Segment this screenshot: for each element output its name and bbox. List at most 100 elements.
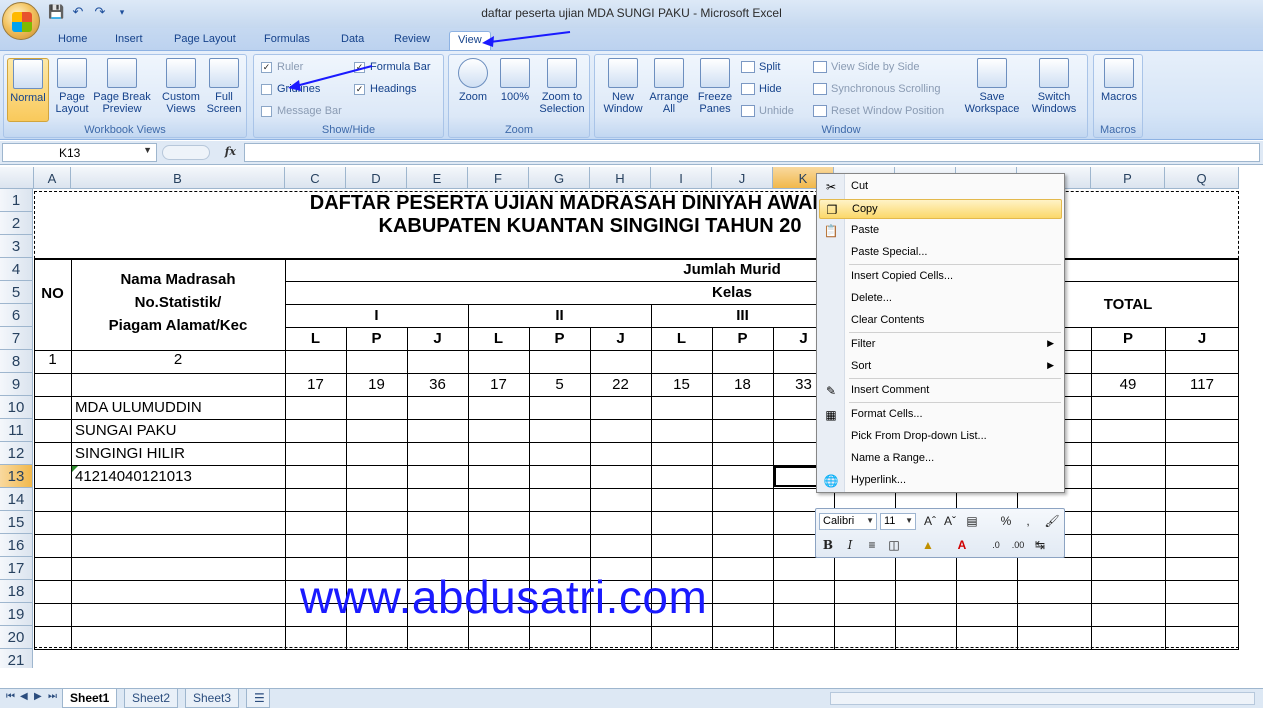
menu-item-paste-special[interactable]: Paste Special...	[819, 243, 1062, 263]
column-header-g[interactable]: G	[529, 167, 590, 189]
row-header-1[interactable]: 1	[0, 189, 33, 212]
fill-color-icon[interactable]: ▲	[920, 537, 936, 553]
view-side-by-side-button[interactable]: View Side by Side	[813, 61, 919, 73]
row-header-19[interactable]: 19	[0, 603, 33, 626]
tab-insert[interactable]: Insert	[107, 31, 151, 50]
page-layout-view-button[interactable]: Page Layout	[52, 58, 92, 115]
insert-sheet-icon[interactable]: ☰	[246, 689, 270, 708]
tab-review[interactable]: Review	[386, 31, 438, 50]
increase-decimal-icon[interactable]: .0	[988, 537, 1004, 553]
row-header-3[interactable]: 3	[0, 235, 33, 258]
row-header-13[interactable]: 13	[0, 465, 33, 488]
headings-checkbox[interactable]: ✓ Headings	[354, 83, 416, 95]
zoom-button[interactable]: Zoom	[453, 58, 493, 103]
sheet-tab-sheet2[interactable]: Sheet2	[124, 689, 179, 708]
borders-icon[interactable]: ◫	[886, 537, 902, 553]
comma-style-button[interactable]: ,	[1020, 513, 1036, 529]
last-sheet-icon[interactable]: ⏭	[48, 691, 57, 702]
grow-font-icon[interactable]: Aˆ	[922, 513, 938, 529]
row-header-21[interactable]: 21	[0, 649, 33, 668]
macros-button[interactable]: Macros	[1098, 58, 1140, 103]
row-header-15[interactable]: 15	[0, 511, 33, 534]
row-header-5[interactable]: 5	[0, 281, 33, 304]
menu-item-pick-from-dropdown[interactable]: Pick From Drop-down List...	[819, 427, 1062, 447]
insert-function-button[interactable]: fx	[225, 145, 236, 158]
row-header-8[interactable]: 8	[0, 350, 33, 373]
menu-item-clear-contents[interactable]: Clear Contents	[819, 311, 1062, 331]
menu-item-sort[interactable]: Sort ▶	[819, 357, 1062, 377]
accounting-format-icon[interactable]: ▤	[964, 513, 980, 529]
row-header-18[interactable]: 18	[0, 580, 33, 603]
zoom-100-button[interactable]: 100%	[495, 58, 535, 103]
font-size-select[interactable]: 11 ▼	[880, 513, 916, 530]
column-header-a[interactable]: A	[34, 167, 71, 189]
percent-style-button[interactable]: %	[998, 513, 1014, 529]
synchronous-scrolling-button[interactable]: Synchronous Scrolling	[813, 83, 940, 95]
row-header-16[interactable]: 16	[0, 534, 33, 557]
decrease-decimal-icon[interactable]: .00	[1010, 537, 1026, 553]
menu-item-name-a-range[interactable]: Name a Range...	[819, 449, 1062, 469]
column-header-i[interactable]: I	[651, 167, 712, 189]
menu-item-cut[interactable]: ✂ Cut	[819, 177, 1062, 197]
format-painter-icon[interactable]: 🖌	[1044, 513, 1060, 529]
row-header-17[interactable]: 17	[0, 557, 33, 580]
row-header-20[interactable]: 20	[0, 626, 33, 649]
align-center-icon[interactable]: ≡	[864, 537, 880, 553]
row-header-6[interactable]: 6	[0, 304, 33, 327]
menu-item-hyperlink[interactable]: 🌐 Hyperlink...	[819, 471, 1062, 491]
font-color-icon[interactable]: A	[954, 537, 970, 553]
switch-windows-button[interactable]: Switch Windows	[1023, 58, 1085, 115]
arrange-all-button[interactable]: Arrange All	[647, 58, 691, 115]
prev-sheet-icon[interactable]: ◀	[20, 691, 28, 702]
column-header-c[interactable]: C	[285, 167, 346, 189]
menu-item-paste[interactable]: 📋 Paste	[819, 221, 1062, 241]
row-header-14[interactable]: 14	[0, 488, 33, 511]
menu-item-copy[interactable]: ❐ Copy	[819, 199, 1062, 219]
save-workspace-button[interactable]: Save Workspace	[961, 58, 1023, 115]
column-header-j[interactable]: J	[712, 167, 773, 189]
next-sheet-icon[interactable]: ▶	[34, 691, 42, 702]
row-header-12[interactable]: 12	[0, 442, 33, 465]
formula-bar-checkbox[interactable]: ✓ Formula Bar	[354, 61, 431, 73]
zoom-to-selection-button[interactable]: Zoom to Selection	[537, 58, 587, 115]
freeze-panes-button[interactable]: Freeze Panes	[693, 58, 737, 115]
horizontal-scrollbar[interactable]	[830, 692, 1255, 705]
gridlines-checkbox[interactable]: Gridlines	[261, 83, 320, 95]
italic-button[interactable]: I	[842, 537, 858, 553]
menu-item-format-cells[interactable]: ▦ Format Cells...	[819, 405, 1062, 425]
column-header-b[interactable]: B	[71, 167, 285, 189]
sheet-tab-sheet3[interactable]: Sheet3	[185, 689, 240, 708]
column-header-p[interactable]: P	[1091, 167, 1165, 189]
column-header-q[interactable]: Q	[1165, 167, 1239, 189]
column-header-d[interactable]: D	[346, 167, 407, 189]
sheet-tab-sheet1[interactable]: Sheet1	[62, 689, 118, 708]
menu-item-insert-comment[interactable]: ✎ Insert Comment	[819, 381, 1062, 401]
reset-window-position-button[interactable]: Reset Window Position	[813, 105, 944, 117]
custom-views-button[interactable]: Custom Views	[159, 58, 203, 115]
column-header-f[interactable]: F	[468, 167, 529, 189]
normal-view-button[interactable]: Normal	[7, 58, 49, 122]
menu-item-insert-copied-cells[interactable]: Insert Copied Cells...	[819, 267, 1062, 287]
split-button[interactable]: Split	[741, 61, 780, 73]
full-screen-button[interactable]: Full Screen	[204, 58, 244, 115]
ruler-checkbox[interactable]: ✓ Ruler	[261, 61, 303, 73]
tab-page-layout[interactable]: Page Layout	[166, 31, 244, 50]
tab-home[interactable]: Home	[50, 31, 95, 50]
row-header-4[interactable]: 4	[0, 258, 33, 281]
page-break-preview-button[interactable]: Page Break Preview	[92, 58, 152, 115]
bold-button[interactable]: B	[820, 537, 836, 553]
column-header-h[interactable]: H	[590, 167, 651, 189]
menu-item-filter[interactable]: Filter ▶	[819, 335, 1062, 355]
row-header-7[interactable]: 7	[0, 327, 33, 350]
row-header-9[interactable]: 9	[0, 373, 33, 396]
tab-formulas[interactable]: Formulas	[256, 31, 318, 50]
row-header-10[interactable]: 10	[0, 396, 33, 419]
shrink-font-icon[interactable]: Aˇ	[942, 513, 958, 529]
tab-data[interactable]: Data	[333, 31, 372, 50]
row-header-11[interactable]: 11	[0, 419, 33, 442]
select-all-corner[interactable]	[0, 167, 34, 189]
first-sheet-icon[interactable]: ⏮	[6, 691, 15, 702]
merge-center-icon[interactable]: ↹	[1032, 537, 1048, 553]
office-button[interactable]	[2, 2, 40, 40]
new-window-button[interactable]: New Window	[599, 58, 647, 115]
